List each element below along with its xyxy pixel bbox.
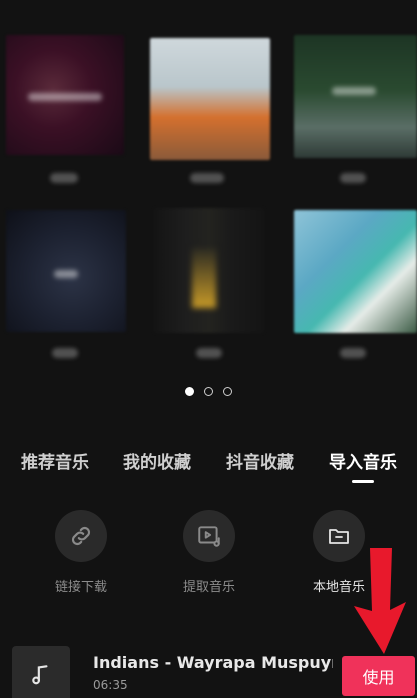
page-dot-2[interactable] [204,387,213,396]
music-cover-3-caption [340,173,366,183]
music-cover-grid [0,0,417,370]
music-note-icon [32,665,48,685]
extract-music-button[interactable]: 提取音乐 [164,510,254,595]
tab-recommended-music[interactable]: 推荐音乐 [21,448,89,473]
music-track-row[interactable]: Indians - Wayrapa Muspuyni... 06:35 使用 [0,636,417,698]
tab-my-favorites[interactable]: 我的收藏 [123,448,191,473]
music-cover-5[interactable] [154,208,264,333]
music-cover-2-caption [190,173,224,183]
extract-music-circle [183,510,235,562]
local-music-button[interactable]: 本地音乐 [294,510,384,595]
music-cover-6-caption [340,348,366,358]
import-options: 链接下载 提取音乐 本地音乐 [0,510,417,600]
track-thumbnail [12,646,70,698]
local-music-label: 本地音乐 [312,580,365,595]
folder-icon [329,529,349,544]
music-cover-6[interactable] [294,210,417,333]
video-music-icon [198,526,220,547]
link-download-circle [55,510,107,562]
music-cover-4[interactable] [6,210,126,332]
tab-douyin-favorites[interactable]: 抖音收藏 [226,448,294,473]
page-indicator [0,387,417,396]
music-category-tabs: 推荐音乐 我的收藏 抖音收藏 导入音乐 [0,448,417,488]
local-music-circle [313,510,365,562]
link-download-button[interactable]: 链接下载 [36,510,126,595]
track-duration: 06:35 [93,678,128,692]
music-cover-1[interactable] [6,35,124,155]
link-download-label: 链接下载 [54,580,107,595]
page-dot-1[interactable] [185,387,194,396]
tab-import-music[interactable]: 导入音乐 [329,448,397,473]
extract-music-label: 提取音乐 [182,580,235,595]
music-cover-5-caption [196,348,222,358]
page-dot-3[interactable] [223,387,232,396]
music-cover-2[interactable] [150,38,270,160]
music-cover-3[interactable] [294,35,417,158]
link-icon [71,526,91,546]
use-button[interactable]: 使用 [342,656,415,696]
active-tab-indicator [352,480,374,483]
music-cover-1-caption [50,173,78,183]
music-cover-4-caption [52,348,78,358]
track-title: Indians - Wayrapa Muspuyni... [93,653,333,672]
